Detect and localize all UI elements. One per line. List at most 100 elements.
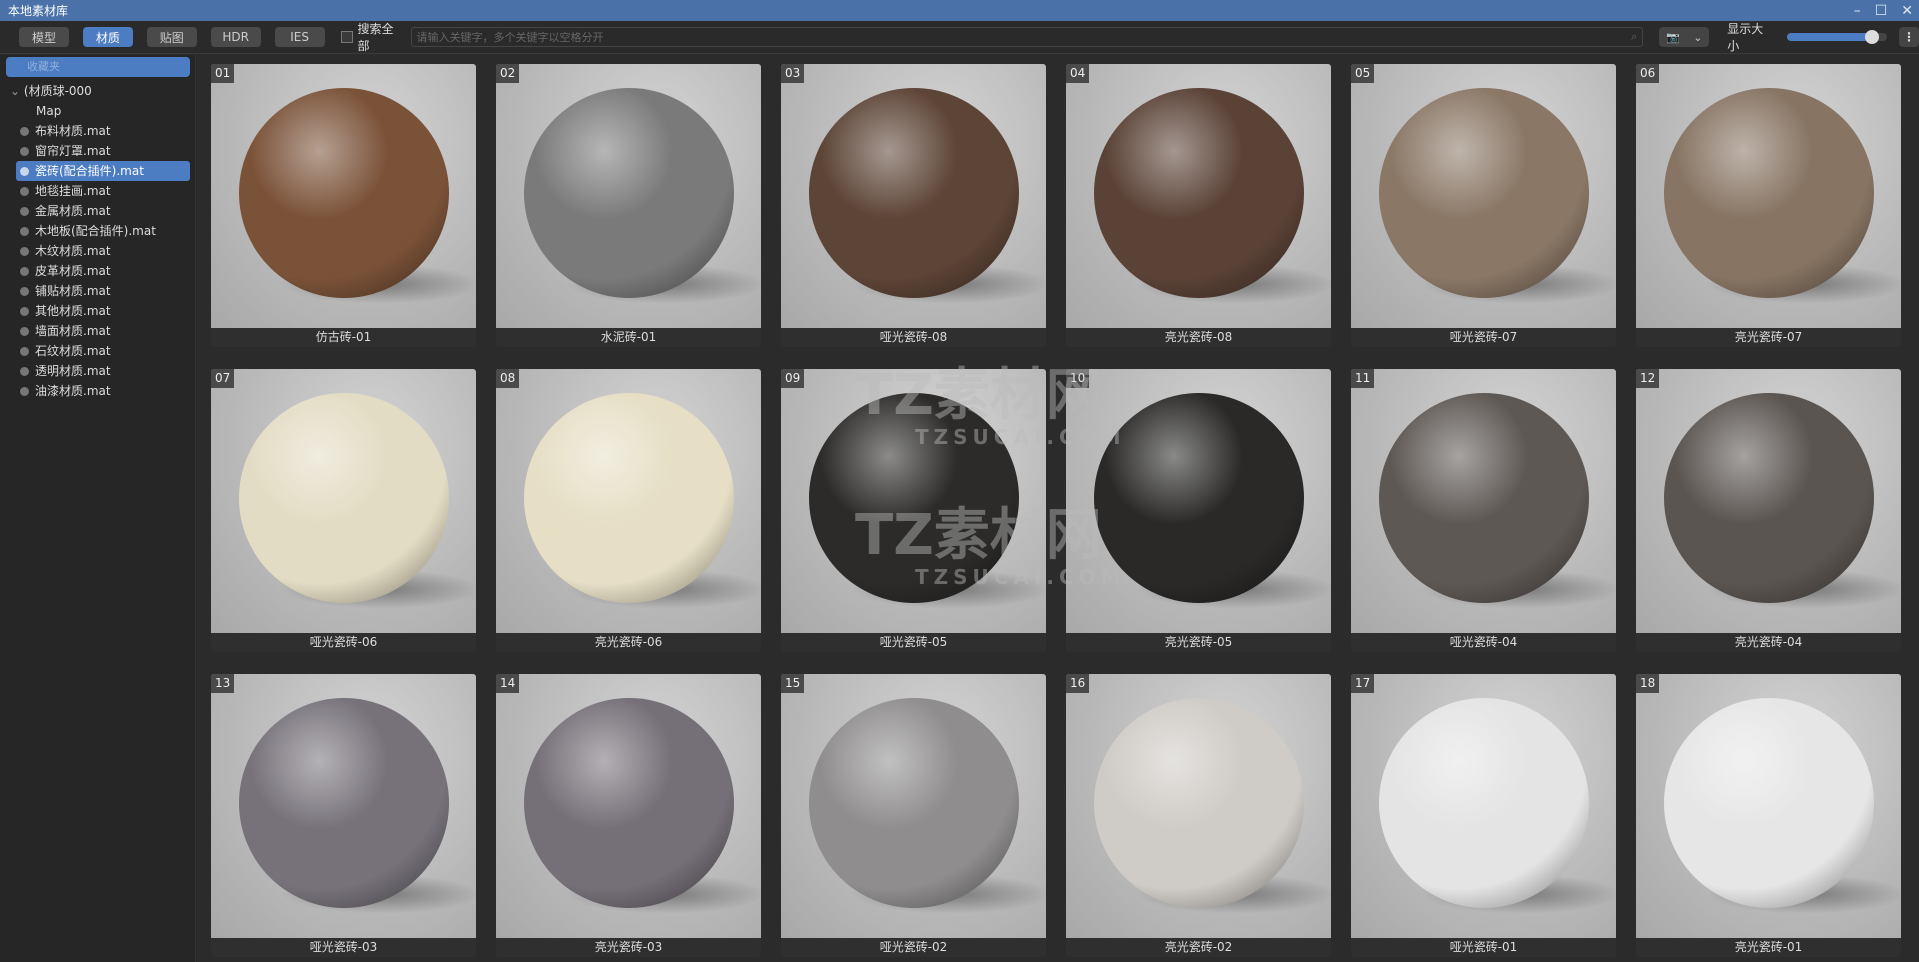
tab-model[interactable]: 模型 (19, 27, 69, 47)
material-sphere (239, 88, 449, 298)
material-card[interactable]: 10 亮光瓷砖-05 (1066, 369, 1331, 652)
material-name: 哑光瓷砖-02 (781, 938, 1046, 957)
tab-ies[interactable]: IES (274, 27, 325, 47)
material-number: 06 (1636, 64, 1660, 83)
material-grid: 01 仿古砖-01 02 水泥砖-01 03 哑光瓷砖-08 04 亮光瓷砖-08 05 哑光瓷砖… (202, 55, 1919, 962)
material-card[interactable]: 09 哑光瓷砖-05 (781, 369, 1046, 652)
material-sphere (809, 88, 1019, 298)
sidebar-item[interactable]: 地毯挂画.mat (16, 181, 190, 201)
material-card[interactable]: 01 仿古砖-01 (211, 64, 476, 347)
tab-material[interactable]: 材质 (82, 27, 133, 47)
material-number: 16 (1066, 674, 1090, 693)
material-card[interactable]: 18 亮光瓷砖-01 (1636, 674, 1901, 957)
material-file-icon (20, 147, 29, 156)
material-card[interactable]: 04 亮光瓷砖-08 (1066, 64, 1331, 347)
material-name: 亮光瓷砖-07 (1636, 328, 1901, 347)
tree-item-map[interactable]: Map (0, 101, 195, 121)
tree-root[interactable]: ⌄ (材质球-000 (0, 81, 195, 101)
sidebar-item[interactable]: 石纹材质.mat (16, 341, 190, 361)
material-card[interactable]: 06 亮光瓷砖-07 (1636, 64, 1901, 347)
more-menu-button[interactable]: ⋮ (1899, 27, 1919, 47)
material-card[interactable]: 08 亮光瓷砖-06 (496, 369, 761, 652)
favorites-item[interactable]: 收藏夹 (6, 57, 190, 77)
material-number: 12 (1636, 369, 1660, 388)
sidebar-item[interactable]: 木纹材质.mat (16, 241, 190, 261)
sidebar-item[interactable]: 铺贴材质.mat (16, 281, 190, 301)
tab-hdr[interactable]: HDR (210, 27, 261, 47)
material-sphere (809, 393, 1019, 603)
sidebar-item[interactable]: 透明材质.mat (16, 361, 190, 381)
sidebar-item-label: 石纹材质.mat (35, 344, 111, 358)
material-card[interactable]: 13 哑光瓷砖-03 (211, 674, 476, 957)
material-sphere (1664, 698, 1874, 908)
material-card[interactable]: 05 哑光瓷砖-07 (1351, 64, 1616, 347)
material-preview (1636, 674, 1901, 938)
display-size-slider[interactable] (1787, 30, 1887, 44)
sidebar-item[interactable]: 窗帘灯罩.mat (16, 141, 190, 161)
material-sphere (1094, 698, 1304, 908)
search-placeholder: 请输入关键字，多个关键字以空格分开 (416, 31, 604, 44)
sidebar-item[interactable]: 金属材质.mat (16, 201, 190, 221)
material-preview (211, 369, 476, 633)
sidebar-item[interactable]: 瓷砖(配合插件).mat (16, 161, 190, 181)
sidebar-item-label: 地毯挂画.mat (35, 184, 111, 198)
search-icon[interactable]: ⌕ (1631, 30, 1637, 44)
sidebar: 收藏夹 ⌄ (材质球-000 Map 布料材质.mat 窗帘灯罩.mat 瓷砖(配合… (0, 55, 196, 962)
material-number: 15 (781, 674, 805, 693)
material-name: 哑光瓷砖-01 (1351, 938, 1616, 957)
maximize-icon[interactable]: ☐ (1875, 3, 1888, 19)
slider-handle[interactable] (1865, 30, 1880, 44)
material-sphere (1379, 88, 1589, 298)
material-number: 07 (211, 369, 235, 388)
material-card[interactable]: 16 亮光瓷砖-02 (1066, 674, 1331, 957)
search-all-label: 搜索全部 (357, 22, 394, 53)
search-all-checkbox[interactable] (340, 31, 353, 43)
search-input[interactable]: 请输入关键字，多个关键字以空格分开 ⌕ (411, 27, 1644, 47)
sidebar-item[interactable]: 皮革材质.mat (16, 261, 190, 281)
chevron-down-icon[interactable]: ⌄ (10, 84, 20, 98)
material-name: 亮光瓷砖-01 (1636, 938, 1901, 957)
sidebar-item[interactable]: 布料材质.mat (16, 121, 190, 141)
material-preview (1351, 674, 1616, 938)
material-file-icon (20, 387, 29, 396)
sidebar-item[interactable]: 油漆材质.mat (16, 381, 190, 401)
material-card[interactable]: 14 亮光瓷砖-03 (496, 674, 761, 957)
close-icon[interactable]: ✕ (1901, 3, 1913, 19)
material-preview (1351, 64, 1616, 328)
screenshot-dropdown[interactable]: 📷 ⌄ (1659, 27, 1710, 47)
material-sphere (1094, 88, 1304, 298)
material-file-icon (20, 367, 29, 376)
tab-texture[interactable]: 贴图 (146, 27, 197, 47)
material-name: 亮光瓷砖-02 (1066, 938, 1331, 957)
material-preview (781, 369, 1046, 633)
sidebar-item-label: 墙面材质.mat (35, 324, 111, 338)
sidebar-item[interactable]: 木地板(配合插件).mat (16, 221, 190, 241)
tree-root-label: (材质球-000 (23, 84, 92, 98)
material-number: 18 (1636, 674, 1660, 693)
material-sphere (239, 393, 449, 603)
sidebar-item-label: 木地板(配合插件).mat (35, 224, 156, 238)
material-card[interactable]: 02 水泥砖-01 (496, 64, 761, 347)
material-card[interactable]: 07 哑光瓷砖-06 (211, 369, 476, 652)
material-name: 亮光瓷砖-04 (1636, 633, 1901, 652)
sidebar-item[interactable]: 其他材质.mat (16, 301, 190, 321)
material-preview (1636, 64, 1901, 328)
material-preview (781, 64, 1046, 328)
material-card[interactable]: 11 哑光瓷砖-04 (1351, 369, 1616, 652)
material-card[interactable]: 12 亮光瓷砖-04 (1636, 369, 1901, 652)
material-name: 哑光瓷砖-03 (211, 938, 476, 957)
material-name: 亮光瓷砖-05 (1066, 633, 1331, 652)
material-card[interactable]: 15 哑光瓷砖-02 (781, 674, 1046, 957)
material-card[interactable]: 03 哑光瓷砖-08 (781, 64, 1046, 347)
material-file-icon (20, 267, 29, 276)
material-sphere (524, 88, 734, 298)
material-preview (1351, 369, 1616, 633)
material-number: 17 (1351, 674, 1375, 693)
minimize-icon[interactable]: – (1854, 3, 1861, 19)
material-file-icon (20, 167, 29, 176)
material-sphere (1379, 698, 1589, 908)
sidebar-item[interactable]: 墙面材质.mat (16, 321, 190, 341)
material-card[interactable]: 17 哑光瓷砖-01 (1351, 674, 1616, 957)
material-preview (1636, 369, 1901, 633)
material-name: 哑光瓷砖-08 (781, 328, 1046, 347)
